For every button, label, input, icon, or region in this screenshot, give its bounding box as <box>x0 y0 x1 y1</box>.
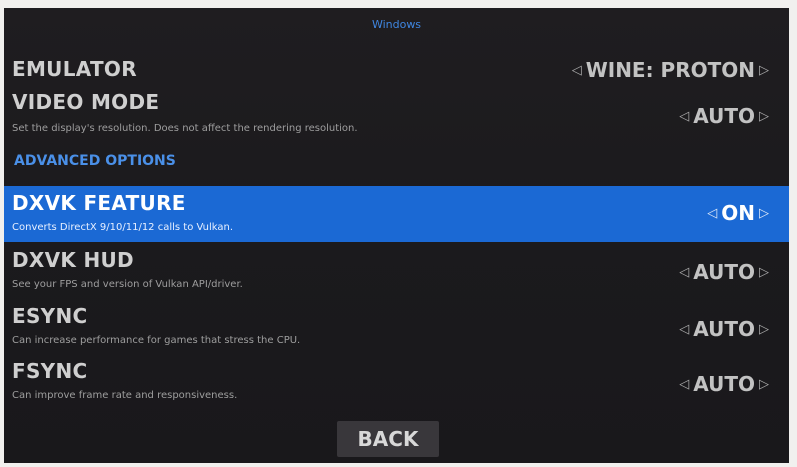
setting-value-text: ON <box>721 201 755 225</box>
arrow-left-icon[interactable]: ◁ <box>675 322 693 337</box>
system-title: Windows <box>371 18 422 31</box>
setting-description: See your FPS and version of Vulkan API/d… <box>12 279 243 290</box>
setting-description: Can increase performance for games that … <box>12 335 301 346</box>
arrow-right-icon[interactable]: ▷ <box>755 206 773 221</box>
arrow-left-icon[interactable]: ◁ <box>675 265 693 280</box>
setting-value[interactable]: ◁ AUTO ▷ <box>675 317 773 341</box>
setting-row-emulator[interactable]: EMULATOR ◁ WINE: PROTON ▷ <box>4 52 789 92</box>
setting-value-text: AUTO <box>693 372 755 396</box>
setting-description: Converts DirectX 9/10/11/12 calls to Vul… <box>12 222 234 233</box>
setting-value-text: WINE: PROTON <box>585 58 755 82</box>
setting-value[interactable]: ◁ AUTO ▷ <box>675 260 773 284</box>
setting-name: DXVK HUD <box>12 248 134 272</box>
setting-name: VIDEO MODE <box>12 90 160 114</box>
arrow-left-icon[interactable]: ◁ <box>703 206 721 221</box>
setting-name: FSYNC <box>12 359 88 383</box>
setting-name: EMULATOR <box>12 57 137 81</box>
arrow-left-icon[interactable]: ◁ <box>675 377 693 392</box>
arrow-right-icon[interactable]: ▷ <box>755 322 773 337</box>
arrow-right-icon[interactable]: ▷ <box>755 265 773 280</box>
setting-row-dxvk-hud[interactable]: DXVK HUD See your FPS and version of Vul… <box>4 246 789 296</box>
arrow-right-icon[interactable]: ▷ <box>755 377 773 392</box>
setting-value[interactable]: ◁ ON ▷ <box>703 201 773 225</box>
setting-value-text: AUTO <box>693 260 755 284</box>
setting-row-video-mode[interactable]: VIDEO MODE Set the display's resolution.… <box>4 88 789 142</box>
arrow-right-icon[interactable]: ▷ <box>755 109 773 124</box>
setting-name: ESYNC <box>12 304 88 328</box>
setting-value-text: AUTO <box>693 317 755 341</box>
photo-background: Windows EMULATOR ◁ WINE: PROTON ▷ VIDEO … <box>0 0 797 467</box>
setting-value-text: AUTO <box>693 104 755 128</box>
setting-value[interactable]: ◁ AUTO ▷ <box>675 372 773 396</box>
setting-value[interactable]: ◁ WINE: PROTON ▷ <box>568 58 773 82</box>
settings-panel: Windows EMULATOR ◁ WINE: PROTON ▷ VIDEO … <box>4 8 789 463</box>
section-heading-advanced-options: ADVANCED OPTIONS <box>14 153 176 169</box>
setting-value[interactable]: ◁ AUTO ▷ <box>675 104 773 128</box>
setting-row-fsync[interactable]: FSYNC Can improve frame rate and respons… <box>4 357 789 407</box>
setting-description: Set the display's resolution. Does not a… <box>12 123 358 134</box>
back-button[interactable]: BACK <box>337 421 439 457</box>
arrow-left-icon[interactable]: ◁ <box>675 109 693 124</box>
setting-name: DXVK FEATURE <box>12 191 186 215</box>
setting-row-dxvk-feature[interactable]: DXVK FEATURE Converts DirectX 9/10/11/12… <box>4 186 789 242</box>
setting-row-esync[interactable]: ESYNC Can increase performance for games… <box>4 302 789 352</box>
setting-description: Can improve frame rate and responsivenes… <box>12 390 238 401</box>
arrow-right-icon[interactable]: ▷ <box>755 63 773 78</box>
arrow-left-icon[interactable]: ◁ <box>568 63 586 78</box>
